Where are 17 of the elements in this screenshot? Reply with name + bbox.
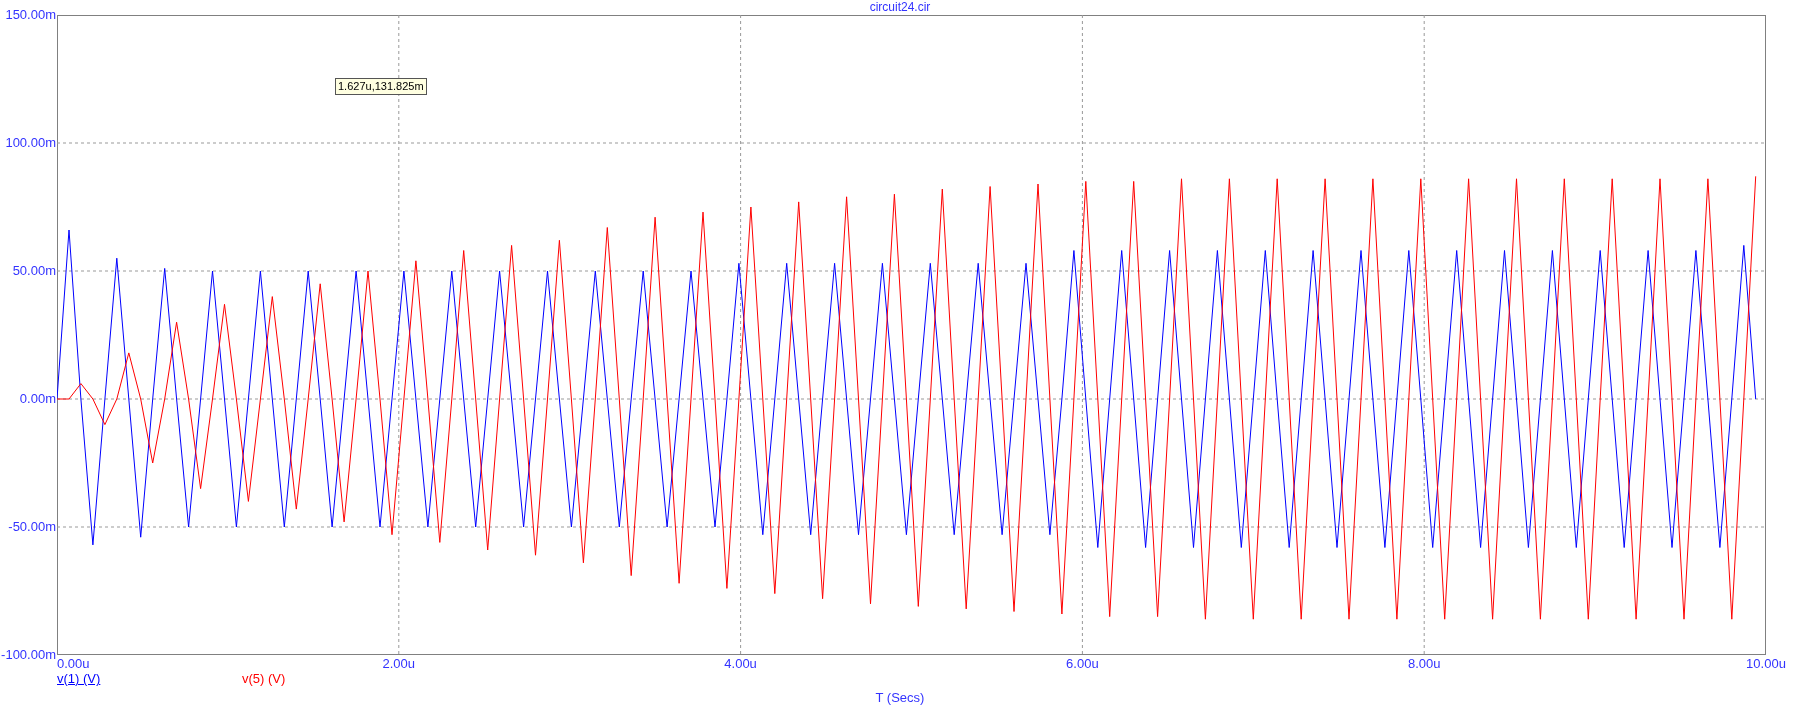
x-tick-label: 4.00u — [724, 657, 757, 671]
legend-label[interactable]: v(1) (V) — [57, 672, 101, 686]
x-axis-label: T (Secs) — [875, 691, 925, 705]
x-tick-label: 2.00u — [382, 657, 416, 671]
x-tick-label: 10.00u — [1746, 657, 1786, 671]
x-tick-label: 0.00u — [57, 657, 90, 671]
y-tick-label: 50.00m — [11, 264, 56, 278]
x-tick-label: 8.00u — [1407, 657, 1441, 671]
cursor-tooltip: 1.627u,131.825m — [335, 78, 427, 95]
y-tick-label: -50.00m — [7, 520, 56, 534]
y-tick-label: 150.00m — [4, 8, 56, 22]
x-tick-label: 6.00u — [1066, 657, 1099, 671]
chart-title: circuit24.cir — [869, 0, 931, 14]
legend-label[interactable]: v(5) (V) — [242, 672, 286, 686]
y-tick-label: -100.00m — [0, 648, 56, 662]
y-tick-label: 0.00m — [18, 392, 56, 406]
y-tick-label: 100.00m — [4, 136, 56, 150]
